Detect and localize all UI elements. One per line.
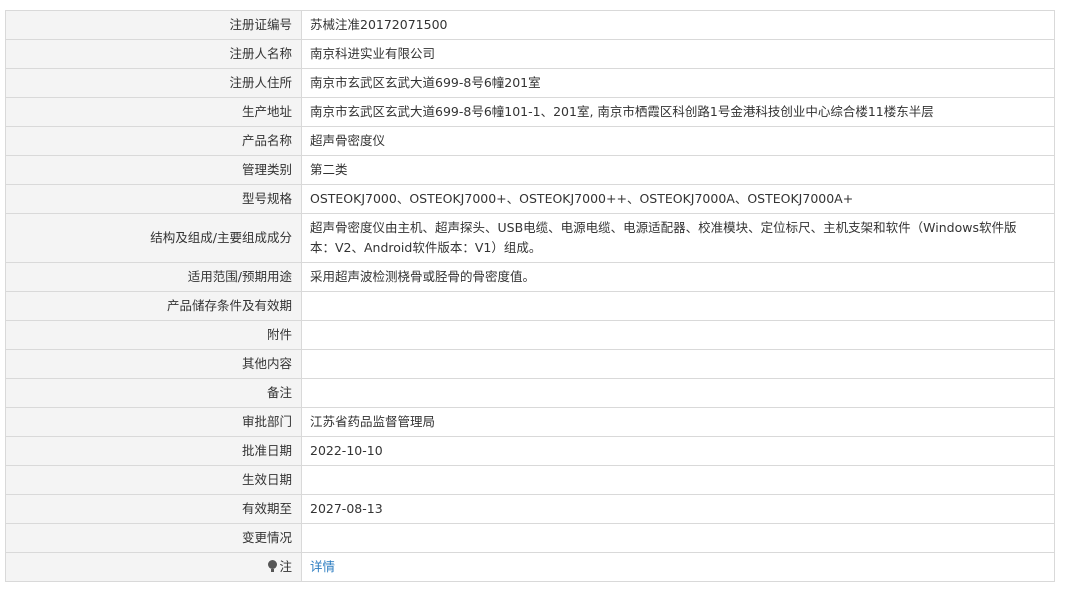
lightbulb-icon [268, 560, 278, 573]
field-value [301, 291, 1055, 321]
field-label: 附件 [5, 320, 302, 350]
table-row: 注册证编号 苏械注准20172071500 [5, 10, 1055, 40]
note-label: 注 [5, 552, 302, 582]
table-row: 产品名称 超声骨密度仪 [5, 126, 1055, 156]
field-value: 2027-08-13 [301, 494, 1055, 524]
field-value: 第二类 [301, 155, 1055, 185]
details-link[interactable]: 详情 [310, 559, 335, 574]
field-label: 适用范围/预期用途 [5, 262, 302, 292]
field-label: 生产地址 [5, 97, 302, 127]
field-value: 超声骨密度仪由主机、超声探头、USB电缆、电源电缆、电源适配器、校准模块、定位标… [301, 213, 1055, 263]
table-row: 审批部门 江苏省药品监督管理局 [5, 407, 1055, 437]
table-row: 批准日期 2022-10-10 [5, 436, 1055, 466]
field-label: 审批部门 [5, 407, 302, 437]
table-row: 其他内容 [5, 349, 1055, 379]
field-value: 江苏省药品监督管理局 [301, 407, 1055, 437]
field-label: 变更情况 [5, 523, 302, 553]
field-value: 南京科进实业有限公司 [301, 39, 1055, 69]
field-value [301, 523, 1055, 553]
field-value [301, 378, 1055, 408]
table-row: 注册人住所 南京市玄武区玄武大道699-8号6幢201室 [5, 68, 1055, 98]
field-label: 结构及组成/主要组成成分 [5, 213, 302, 263]
table-row: 备注 [5, 378, 1055, 408]
table-row: 产品储存条件及有效期 [5, 291, 1055, 321]
field-value: 南京市玄武区玄武大道699-8号6幢101-1、201室, 南京市栖霞区科创路1… [301, 97, 1055, 127]
table-row: 附件 [5, 320, 1055, 350]
note-value: 详情 [301, 552, 1055, 582]
table-row: 注册人名称 南京科进实业有限公司 [5, 39, 1055, 69]
field-label: 产品储存条件及有效期 [5, 291, 302, 321]
table-row: 生效日期 [5, 465, 1055, 495]
field-label: 型号规格 [5, 184, 302, 214]
note-row: 注 详情 [5, 552, 1055, 582]
table-row: 生产地址 南京市玄武区玄武大道699-8号6幢101-1、201室, 南京市栖霞… [5, 97, 1055, 127]
table-row: 适用范围/预期用途 采用超声波检测桡骨或胫骨的骨密度值。 [5, 262, 1055, 292]
registration-detail: 注册证编号 苏械注准20172071500 注册人名称 南京科进实业有限公司 注… [5, 10, 1055, 582]
field-value: 采用超声波检测桡骨或胫骨的骨密度值。 [301, 262, 1055, 292]
field-label: 注册人住所 [5, 68, 302, 98]
field-label: 管理类别 [5, 155, 302, 185]
table-row: 型号规格 OSTEOKJ7000、OSTEOKJ7000+、OSTEOKJ700… [5, 184, 1055, 214]
table-row: 有效期至 2027-08-13 [5, 494, 1055, 524]
field-label: 注册证编号 [5, 10, 302, 40]
field-value: 超声骨密度仪 [301, 126, 1055, 156]
registration-table: 注册证编号 苏械注准20172071500 注册人名称 南京科进实业有限公司 注… [5, 10, 1055, 582]
field-label: 产品名称 [5, 126, 302, 156]
table-row: 结构及组成/主要组成成分 超声骨密度仪由主机、超声探头、USB电缆、电源电缆、电… [5, 213, 1055, 263]
field-value: 2022-10-10 [301, 436, 1055, 466]
field-label: 批准日期 [5, 436, 302, 466]
field-label: 注册人名称 [5, 39, 302, 69]
field-value [301, 349, 1055, 379]
table-row: 管理类别 第二类 [5, 155, 1055, 185]
field-label: 有效期至 [5, 494, 302, 524]
field-value [301, 320, 1055, 350]
scrollbar[interactable] [1070, 0, 1088, 593]
field-label: 其他内容 [5, 349, 302, 379]
field-value: 南京市玄武区玄武大道699-8号6幢201室 [301, 68, 1055, 98]
field-value [301, 465, 1055, 495]
field-value: OSTEOKJ7000、OSTEOKJ7000+、OSTEOKJ7000++、O… [301, 184, 1055, 214]
field-label: 生效日期 [5, 465, 302, 495]
field-label: 备注 [5, 378, 302, 408]
field-value: 苏械注准20172071500 [301, 10, 1055, 40]
note-label-text: 注 [279, 559, 292, 574]
table-row: 变更情况 [5, 523, 1055, 553]
